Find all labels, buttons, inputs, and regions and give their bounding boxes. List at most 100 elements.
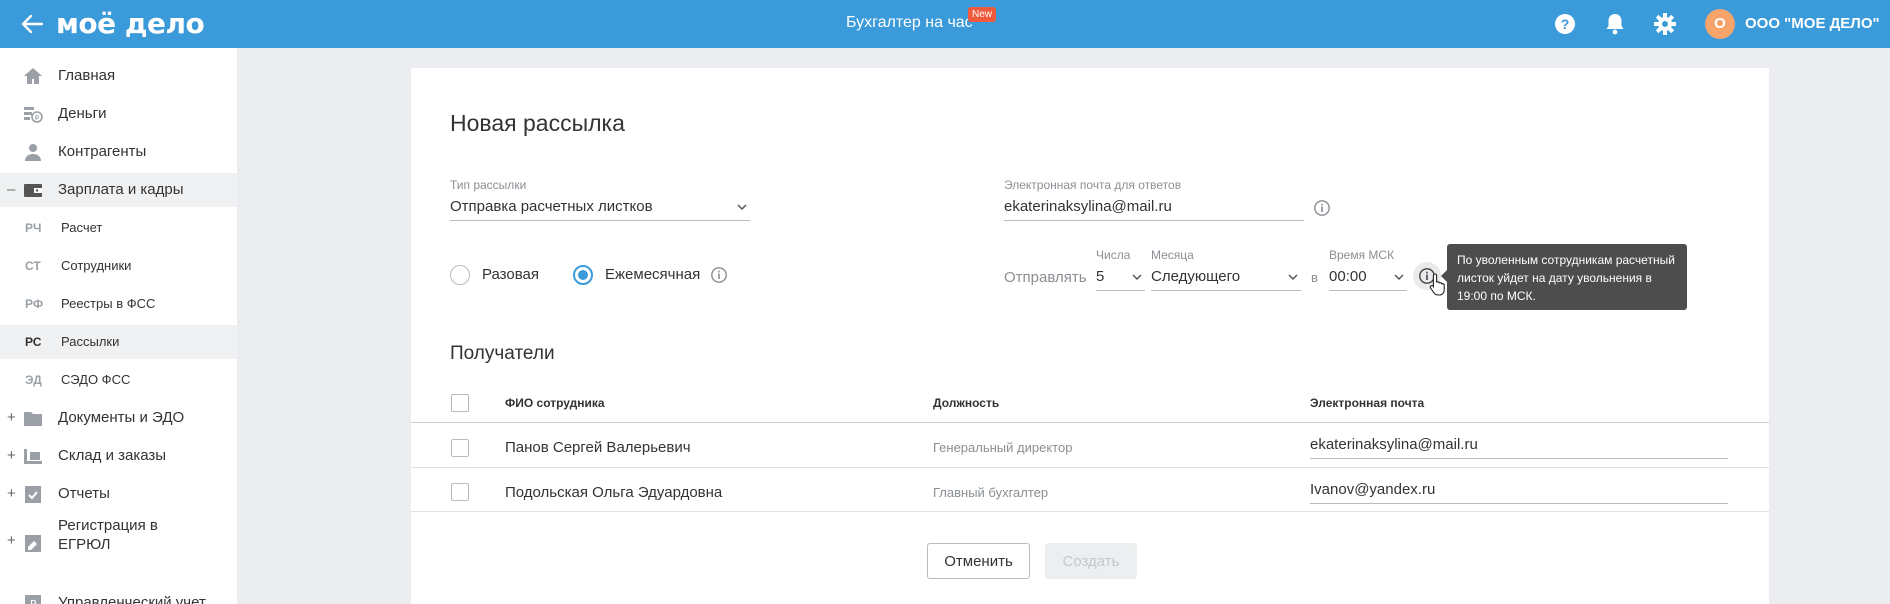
gear-icon[interactable] [1652,11,1678,37]
sidebar-item-label: Главная [58,67,116,84]
sidebar-item-label-line2: ЕГРЮЛ [58,536,111,553]
sidebar-item-label: Зарплата и кадры [58,181,184,198]
sidebar: Главная ₽ Деньги Контрагенты – Зарплата … [0,48,237,604]
create-button[interactable]: Создать [1045,543,1137,579]
row-divider [411,511,1769,512]
sidebar-item-documents[interactable]: + Документы и ЭДО [0,401,237,435]
sidebar-item-label: Склад и заказы [58,447,167,464]
sidebar-item-label: Регистрация в [58,517,158,534]
warehouse-icon [24,449,42,464]
chevron-down-icon [1394,274,1404,281]
mailing-type-select[interactable]: Отправка расчетных листков [450,193,750,221]
info-icon[interactable] [1313,199,1331,217]
recipients-title: Получатели [450,343,555,364]
subitem-label: Реестры в ФСС [61,296,156,311]
sidebar-subitem-calculation[interactable]: РЧ Расчет [0,211,237,245]
sidebar-subitem-mailings[interactable]: РС Рассылки [0,325,237,359]
expand-icon[interactable]: + [7,447,16,464]
radio-monthly[interactable] [573,265,593,285]
reply-email-input[interactable] [1004,193,1304,221]
select-all-checkbox[interactable] [451,394,469,412]
avatar[interactable]: О [1705,9,1735,39]
subitem-abbr: РФ [25,297,44,311]
chevron-down-icon [1288,274,1298,281]
employee-position: Генеральный директор [933,440,1073,455]
subitem-abbr: СТ [25,259,41,273]
subitem-abbr: ЭД [25,373,42,387]
radio-one-time-label[interactable]: Разовая [482,266,539,283]
expand-icon[interactable]: + [7,532,16,549]
day-select[interactable]: 5 [1096,263,1145,291]
radio-monthly-label[interactable]: Ежемесячная [605,266,700,283]
day-value: 5 [1096,268,1105,285]
sidebar-item-contractors[interactable]: Контрагенты [0,135,237,169]
contractors-icon [25,144,41,161]
column-header-email: Электронная почта [1310,396,1425,410]
mailing-form-card [411,68,1769,604]
help-icon[interactable]: ? [1552,11,1578,37]
table-header-divider [411,422,1769,423]
employee-name: Панов Сергей Валерьевич [505,439,691,456]
sidebar-subitem-sedo-fss[interactable]: ЭД СЭДО ФСС [0,363,237,397]
info-tooltip: По уволенным сотрудникам расчетный листо… [1441,244,1687,310]
subitem-label: СЭДО ФСС [61,372,131,387]
employee-name: Подольская Ольга Эдуардовна [505,484,723,501]
sidebar-item-management[interactable]: ₽ Управленческий учет [0,586,237,604]
subitem-label: Расчет [61,220,103,235]
reply-email-label: Электронная почта для ответов [1004,178,1182,192]
sidebar-item-label: Управленческий учет [58,594,206,604]
top-bar: моё дело Бухгалтер на час New ? О ООО "М… [0,0,1890,48]
subitem-abbr: РЧ [25,221,42,235]
chevron-down-icon [737,204,747,211]
radio-one-time[interactable] [450,265,470,285]
sidebar-subitem-employees[interactable]: СТ Сотрудники [0,249,237,283]
employee-email-input[interactable] [1310,431,1728,459]
documents-icon [24,412,42,426]
sidebar-item-label: Документы и ЭДО [58,409,185,426]
registration-icon [25,535,41,552]
sidebar-item-registration[interactable]: + Регистрация в ЕГРЮЛ [0,517,237,579]
app-logo[interactable]: моё дело [56,7,205,40]
sidebar-item-salary[interactable]: – Зарплата и кадры [0,173,237,207]
wallet-icon [24,184,42,197]
new-badge: New [968,7,997,22]
month-value: Следующего [1151,268,1241,285]
expand-icon[interactable]: + [7,409,16,426]
accountant-service-link[interactable]: Бухгалтер на час [846,14,973,32]
cancel-button[interactable]: Отменить [927,543,1030,579]
at-label: в [1311,270,1318,285]
bell-icon[interactable] [1602,11,1628,37]
svg-text:₽: ₽ [35,114,40,122]
time-select[interactable]: 00:00 [1329,263,1407,291]
mailing-type-label: Тип рассылки [450,178,527,192]
chevron-down-icon [1132,274,1142,281]
sidebar-item-home[interactable]: Главная [0,59,237,93]
sidebar-item-reports[interactable]: + Отчеты [0,477,237,511]
employee-email-input[interactable] [1310,476,1728,504]
collapse-icon[interactable]: – [7,181,15,198]
time-label: Время МСК [1329,248,1395,262]
back-arrow-icon[interactable] [18,10,46,38]
money-icon: ₽ [24,107,43,123]
row-checkbox[interactable] [451,483,469,501]
send-label: Отправлять [1004,269,1087,286]
management-icon: ₽ [25,595,41,604]
info-icon[interactable] [710,266,728,284]
sidebar-item-warehouse[interactable]: + Склад и заказы [0,439,237,473]
reports-icon [25,486,41,503]
sidebar-subitem-fss-registers[interactable]: РФ Реестры в ФСС [0,287,237,321]
svg-text:?: ? [1561,16,1570,32]
subitem-abbr: РС [25,335,42,349]
sidebar-item-label: Деньги [58,105,107,122]
month-select[interactable]: Следующего [1151,263,1301,291]
sidebar-item-money[interactable]: ₽ Деньги [0,97,237,131]
home-icon [24,68,42,84]
employee-position: Главный бухгалтер [933,485,1049,500]
organization-name[interactable]: ООО "МОЕ ДЕЛО" [1745,15,1880,32]
subitem-label: Сотрудники [61,258,132,273]
column-header-position: Должность [933,396,1000,410]
subitem-label: Рассылки [61,334,120,349]
row-checkbox[interactable] [451,439,469,457]
mailing-type-value: Отправка расчетных листков [450,198,653,215]
expand-icon[interactable]: + [7,485,16,502]
